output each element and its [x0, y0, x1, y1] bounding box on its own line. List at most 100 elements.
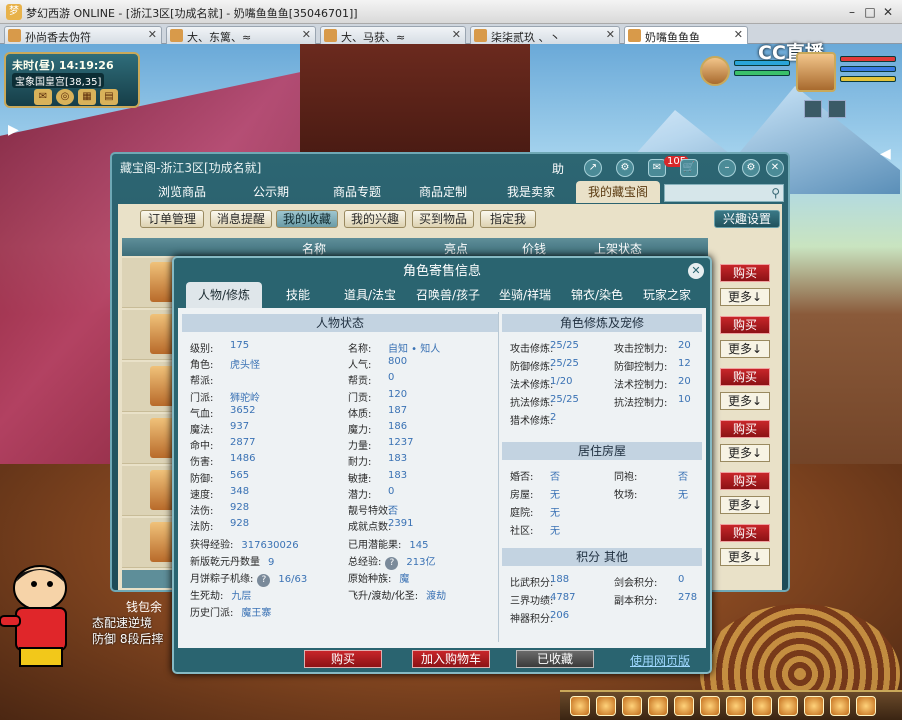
tab-player-home[interactable]: 玩家之家 [634, 282, 700, 308]
avatar-icon [324, 29, 337, 42]
tab-close-icon[interactable]: ✕ [452, 28, 461, 41]
activity-icon[interactable] [830, 696, 850, 716]
stat-row: 法术控制力: 20 [614, 376, 691, 391]
interest-settings-button[interactable]: 兴趣设置 [714, 210, 780, 228]
stat-key: 新版乾元丹数量 [190, 557, 260, 568]
cart-icon[interactable]: 🛒 [680, 159, 698, 177]
expand-right-icon[interactable]: ◀ [880, 146, 891, 162]
tab-character-5[interactable]: 奶嘴鱼鱼鱼 ✕ [624, 26, 748, 44]
buy-button[interactable]: 购买 [720, 264, 770, 282]
bought-items-button[interactable]: 买到物品 [412, 210, 474, 228]
shop-icon[interactable] [752, 696, 772, 716]
collected-button[interactable]: 已收藏 [516, 650, 594, 668]
tab-character-1[interactable]: 孙尚香去伪符 ✕ [4, 26, 162, 44]
stat-row: 总经验:? 213亿 [348, 553, 435, 570]
pet-icon[interactable] [622, 696, 642, 716]
tab-outfits[interactable]: 锦衣/染色 [562, 282, 632, 308]
buy-button[interactable]: 购买 [720, 472, 770, 490]
tab-topics[interactable]: 商品专题 [314, 181, 400, 203]
buy-button[interactable]: 购买 [720, 524, 770, 542]
tab-items[interactable]: 道具/法宝 [334, 282, 406, 308]
stat-key: 防御: [190, 473, 214, 485]
tab-character-2[interactable]: 大、东篱、≈ ✕ [166, 26, 316, 44]
skill-icon[interactable] [570, 696, 590, 716]
tab-my-pavilion[interactable]: 我的藏宝阁 [576, 181, 660, 203]
tab-skills[interactable]: 技能 [266, 282, 330, 308]
friend-icon[interactable] [674, 696, 694, 716]
stat-key: 帮派: [190, 376, 214, 388]
player-portrait[interactable] [796, 52, 836, 92]
buy-button[interactable]: 购买 [720, 420, 770, 438]
mail-icon[interactable]: ✉ [34, 89, 52, 105]
search-input[interactable]: ⚲ [664, 184, 784, 202]
maximize-icon[interactable]: □ [862, 4, 878, 20]
tab-character-3[interactable]: 大、马获、≈ ✕ [320, 26, 466, 44]
my-favorites-button[interactable]: 我的收藏 [276, 210, 338, 228]
more-button[interactable]: 更多↓ [720, 288, 770, 306]
order-manage-button[interactable]: 订单管理 [140, 210, 204, 228]
chat-line: 态配速逆境 [92, 616, 153, 630]
quest-icon[interactable] [700, 696, 720, 716]
stat-row: 防御: 565 [190, 470, 249, 485]
more-button[interactable]: 更多↓ [720, 444, 770, 462]
team-icon[interactable] [648, 696, 668, 716]
more-button[interactable]: 更多↓ [720, 548, 770, 566]
buy-button[interactable]: 购买 [304, 650, 382, 668]
more-button[interactable]: 更多↓ [720, 340, 770, 358]
designated-me-button[interactable]: 指定我 [480, 210, 536, 228]
stat-row: 潜力: 0 [348, 486, 394, 501]
add-to-cart-button[interactable]: 加入购物车 [412, 650, 490, 668]
tab-close-icon[interactable]: ✕ [148, 28, 157, 41]
map-icon[interactable]: ▦ [78, 89, 96, 105]
pet-portrait[interactable] [700, 56, 730, 86]
stat-key: 魔法: [190, 425, 214, 436]
tab-close-icon[interactable]: ✕ [302, 28, 311, 41]
more-button[interactable]: 更多↓ [720, 392, 770, 410]
close-icon[interactable]: ✕ [880, 4, 896, 20]
tab-mounts[interactable]: 坐骑/祥瑞 [490, 282, 560, 308]
dialog-close-icon[interactable]: ✕ [688, 263, 704, 279]
stat-key: 历史门派: [190, 608, 234, 619]
tab-custom[interactable]: 商品定制 [400, 181, 486, 203]
gear-icon[interactable]: ⚙ [616, 159, 634, 177]
use-web-version-link[interactable]: 使用网页版 [630, 652, 690, 669]
stat-key: 防御修炼: [510, 362, 554, 373]
tab-public[interactable]: 公示期 [228, 181, 314, 203]
minimize-icon[interactable]: – [844, 4, 860, 20]
tab-browse[interactable]: 浏览商品 [136, 181, 228, 203]
tab-close-icon[interactable]: ✕ [606, 28, 615, 41]
close-icon[interactable]: ✕ [766, 159, 784, 177]
map-location[interactable]: 宝象国皇宫[38,35] [12, 73, 105, 88]
menu-icon[interactable] [856, 696, 876, 716]
help-button[interactable]: 助 [552, 160, 564, 177]
tab-character-4[interactable]: 柒柒贰玖 、丶 ✕ [470, 26, 620, 44]
message-remind-button[interactable]: 消息提醒 [210, 210, 272, 228]
system-icon[interactable] [778, 696, 798, 716]
buy-button[interactable]: 购买 [720, 368, 770, 386]
stat-value: 25/25 [550, 358, 579, 369]
ranking-icon[interactable] [804, 696, 824, 716]
guild-icon[interactable] [726, 696, 746, 716]
minimize-icon[interactable]: – [718, 159, 736, 177]
share-icon[interactable]: ↗ [584, 159, 602, 177]
item-icon[interactable] [596, 696, 616, 716]
tab-character-cultivation[interactable]: 人物/修炼 [186, 282, 262, 308]
gear-icon[interactable]: ⚙ [742, 159, 760, 177]
tab-close-icon[interactable]: ✕ [734, 28, 743, 41]
expand-left-icon[interactable]: ▶ [8, 122, 19, 138]
more-button[interactable]: 更多↓ [720, 496, 770, 514]
settings-icon[interactable] [804, 100, 822, 118]
search-icon[interactable]: ⚲ [771, 186, 780, 200]
my-interests-button[interactable]: 我的兴趣 [344, 210, 406, 228]
help-icon[interactable]: ? [385, 557, 399, 570]
tab-seller[interactable]: 我是卖家 [486, 181, 576, 203]
calendar-icon[interactable]: ▤ [100, 89, 118, 105]
stat-key: 防御控制力: [614, 362, 668, 373]
help-icon[interactable]: ? [257, 574, 271, 587]
globe-icon[interactable]: ◎ [56, 89, 74, 105]
stat-row: 生死劫: 九层 [190, 587, 251, 602]
sound-icon[interactable] [828, 100, 846, 118]
tab-pets[interactable]: 召唤兽/孩子 [408, 282, 488, 308]
buy-button[interactable]: 购买 [720, 316, 770, 334]
stat-key: 攻击修炼: [510, 344, 554, 355]
